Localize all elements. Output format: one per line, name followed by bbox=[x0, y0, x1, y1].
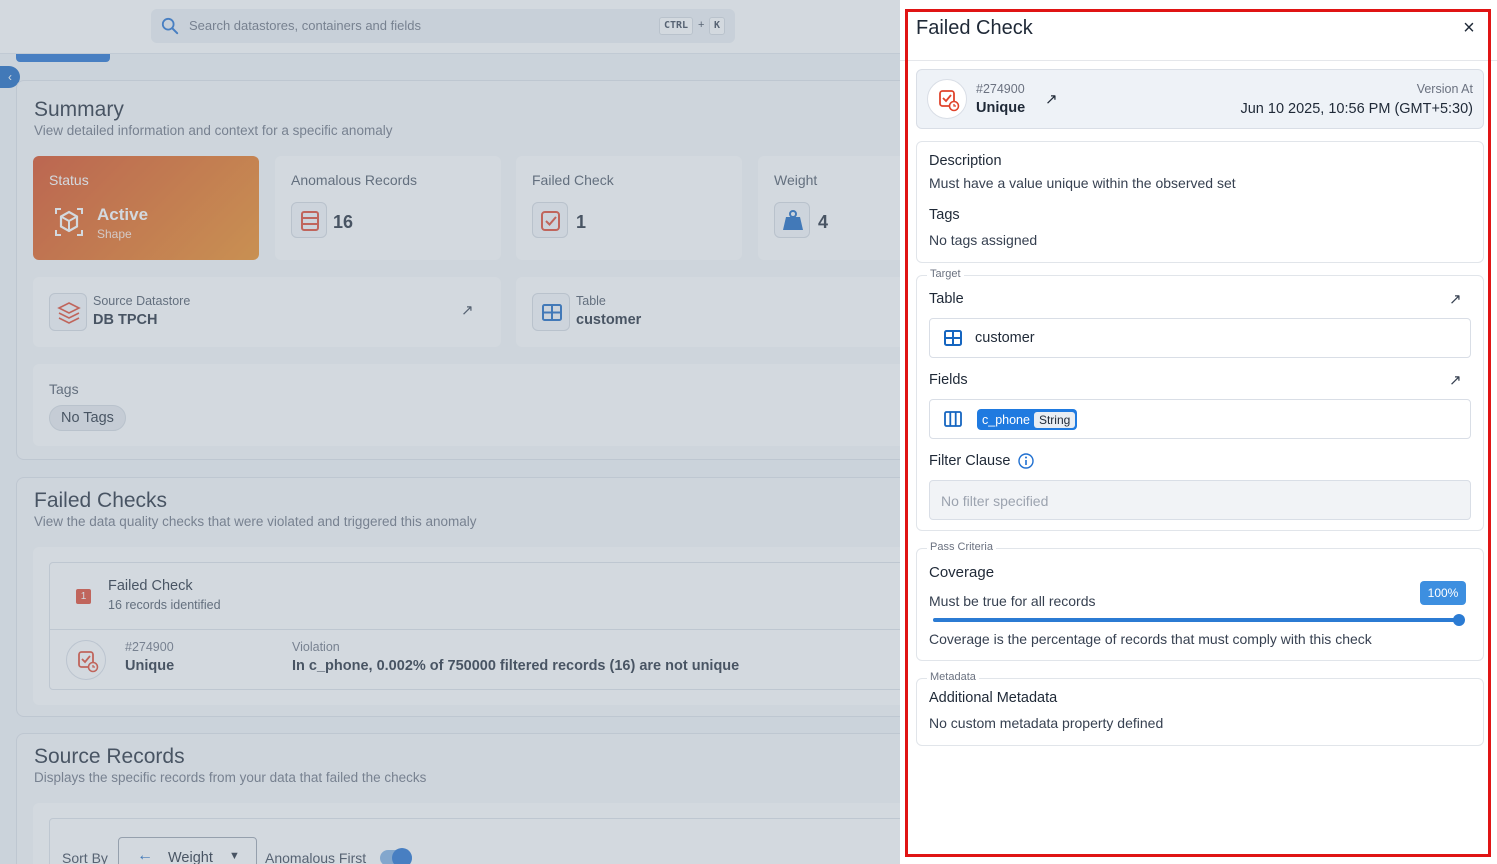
open-check-icon[interactable]: ↗ bbox=[1045, 90, 1058, 108]
description-label: Description bbox=[929, 153, 1002, 169]
description-panel: Description Must have a value unique wit… bbox=[916, 141, 1484, 263]
target-panel: Target Table ↗ customer Fields ↗ c_phone… bbox=[916, 268, 1484, 531]
table-field: customer bbox=[929, 318, 1471, 358]
coverage-slider-thumb[interactable] bbox=[1453, 614, 1465, 626]
info-icon[interactable] bbox=[1018, 453, 1034, 469]
drawer-check-id: #274900 bbox=[976, 82, 1025, 96]
filter-clause-label: Filter Clause bbox=[929, 453, 1011, 469]
modal-backdrop[interactable] bbox=[0, 0, 900, 864]
coverage-slider[interactable] bbox=[933, 618, 1459, 622]
version-label: Version At bbox=[1416, 82, 1473, 96]
check-clock-icon bbox=[927, 79, 967, 119]
metadata-panel: Metadata Additional Metadata No custom m… bbox=[916, 671, 1484, 746]
drawer-title: Failed Check bbox=[916, 17, 1033, 39]
pass-criteria-panel: Pass Criteria Coverage Must be true for … bbox=[916, 541, 1484, 661]
target-table-label: Table bbox=[929, 291, 964, 307]
coverage-tooltip: 100% bbox=[1420, 581, 1466, 605]
metadata-value: No custom metadata property defined bbox=[929, 715, 1164, 731]
field-chip[interactable]: c_phone String bbox=[977, 409, 1078, 430]
field-name: c_phone bbox=[982, 412, 1030, 427]
pass-criteria-legend: Pass Criteria bbox=[927, 541, 996, 553]
coverage-label: Coverage bbox=[929, 564, 995, 581]
version-value: Jun 10 2025, 10:56 PM (GMT+5:30) bbox=[1240, 101, 1473, 117]
target-legend: Target bbox=[927, 268, 964, 280]
failed-check-drawer: Failed Check × #274900 Unique ↗ Version … bbox=[900, 0, 1497, 864]
drawer-divider bbox=[900, 60, 1497, 61]
fields-label: Fields bbox=[929, 372, 968, 388]
tags-value: No tags assigned bbox=[929, 232, 1038, 248]
open-table-icon[interactable]: ↗ bbox=[1449, 290, 1462, 308]
close-icon[interactable]: × bbox=[1460, 17, 1478, 39]
coverage-slider-fill bbox=[933, 618, 1459, 622]
drawer-rule: Unique bbox=[976, 100, 1026, 116]
tags-label: Tags bbox=[929, 207, 960, 223]
table-icon bbox=[944, 330, 962, 346]
metadata-legend: Metadata bbox=[927, 671, 979, 683]
fields-field: c_phone String bbox=[929, 399, 1471, 439]
columns-icon bbox=[944, 411, 962, 427]
field-type: String bbox=[1033, 411, 1076, 428]
metadata-label: Additional Metadata bbox=[929, 690, 1058, 706]
target-table-value: customer bbox=[975, 330, 1035, 346]
coverage-note: Coverage is the percentage of records th… bbox=[929, 631, 1372, 647]
check-header: #274900 Unique ↗ Version At Jun 10 2025,… bbox=[916, 69, 1484, 129]
description-text: Must have a value unique within the obse… bbox=[929, 175, 1236, 191]
open-fields-icon[interactable]: ↗ bbox=[1449, 371, 1462, 389]
coverage-text: Must be true for all records bbox=[929, 593, 1096, 609]
filter-clause-field[interactable]: No filter specified bbox=[929, 480, 1471, 520]
filter-placeholder: No filter specified bbox=[941, 493, 1049, 509]
